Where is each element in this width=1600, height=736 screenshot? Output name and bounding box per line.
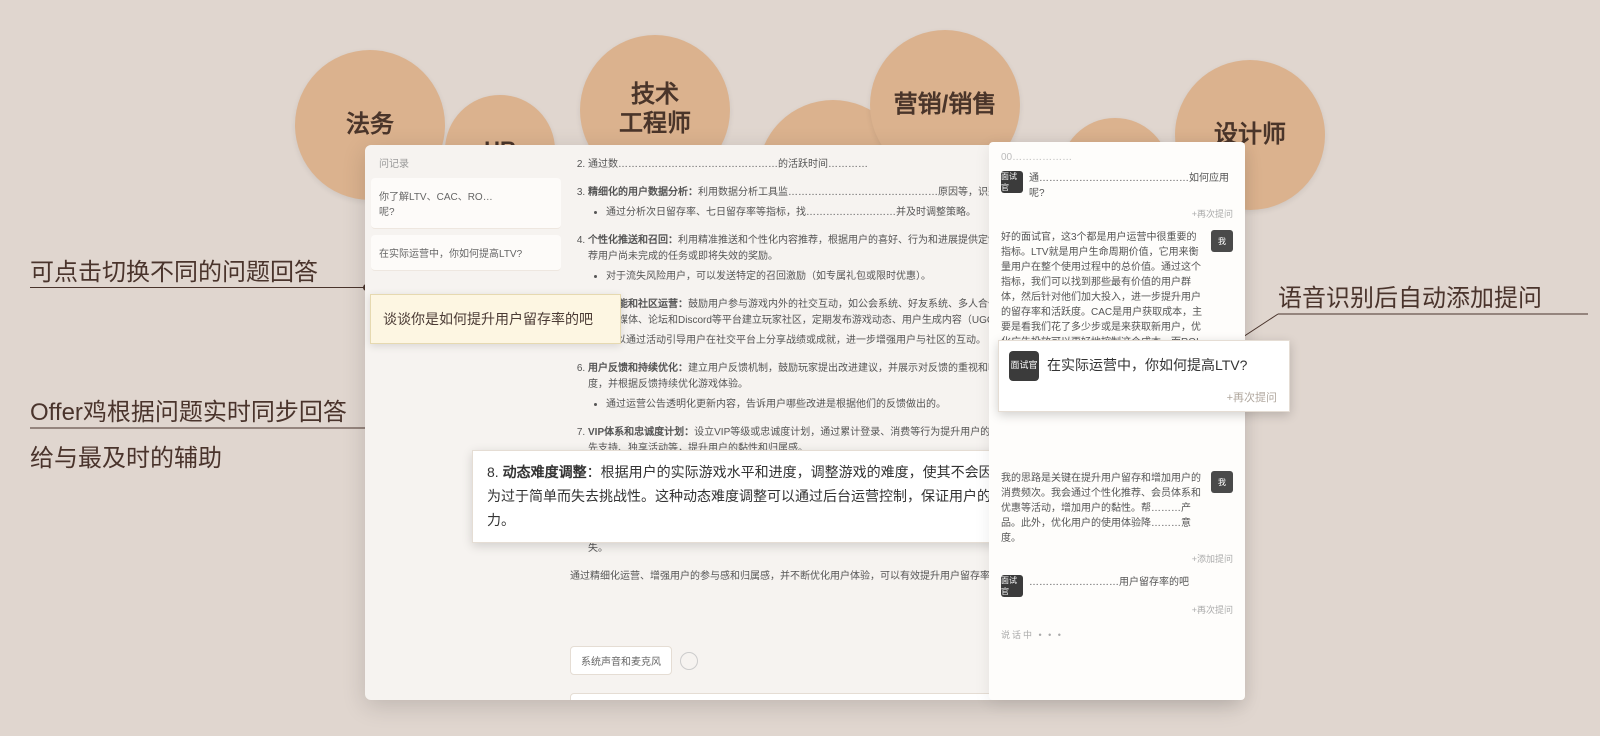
avatar-me: 我 [1211,230,1233,252]
chat-timestamp: 00……………… [1001,152,1233,163]
annotation-switch-question: 可点击切换不同的问题回答 [30,250,318,296]
ask-again-link[interactable]: +再次提问 [1009,389,1277,405]
avatar-interviewer: 面试官 [1009,351,1039,381]
add-question-link[interactable]: +添加提问 [1001,552,1233,565]
annotation-realtime-answer: Offer鸡根据问题实时同步回答 给与最及时的辅助 [30,390,347,481]
audio-source-select[interactable]: 系统声音和麦克风 [570,646,672,675]
chat-message: 我 我的思路是关键在提升用户留存和增加用户的消费频次。我会通过个性化推荐、会员体… [1001,471,1233,546]
ask-again-link[interactable]: +再次提问 [1001,603,1233,616]
sidebar-item-active[interactable]: 谈谈你是如何提升用户留存率的吧 [370,294,621,344]
avatar-interviewer: 面试官 [1001,171,1023,193]
ask-again-link[interactable]: +再次提问 [1001,207,1233,220]
typing-indicator: 说话中 • • • [1001,628,1233,641]
annotation-voice-add: 语音识别后自动添加提问 [1278,276,1542,322]
chat-message: 面试官 通………………………………………如何应用呢? [1001,171,1233,201]
chat-question-highlight: 面试官 在实际运营中，你如何提高LTV? +再次提问 [998,340,1290,412]
chat-panel: 00……………… 面试官 通………………………………………如何应用呢? +再次提… [989,142,1245,700]
avatar-interviewer: 面试官 [1001,575,1023,597]
avatar-me: 我 [1211,471,1233,493]
chat-message: 面试官 ………………………用户留存率的吧 [1001,575,1233,597]
mic-icon[interactable] [680,652,698,670]
